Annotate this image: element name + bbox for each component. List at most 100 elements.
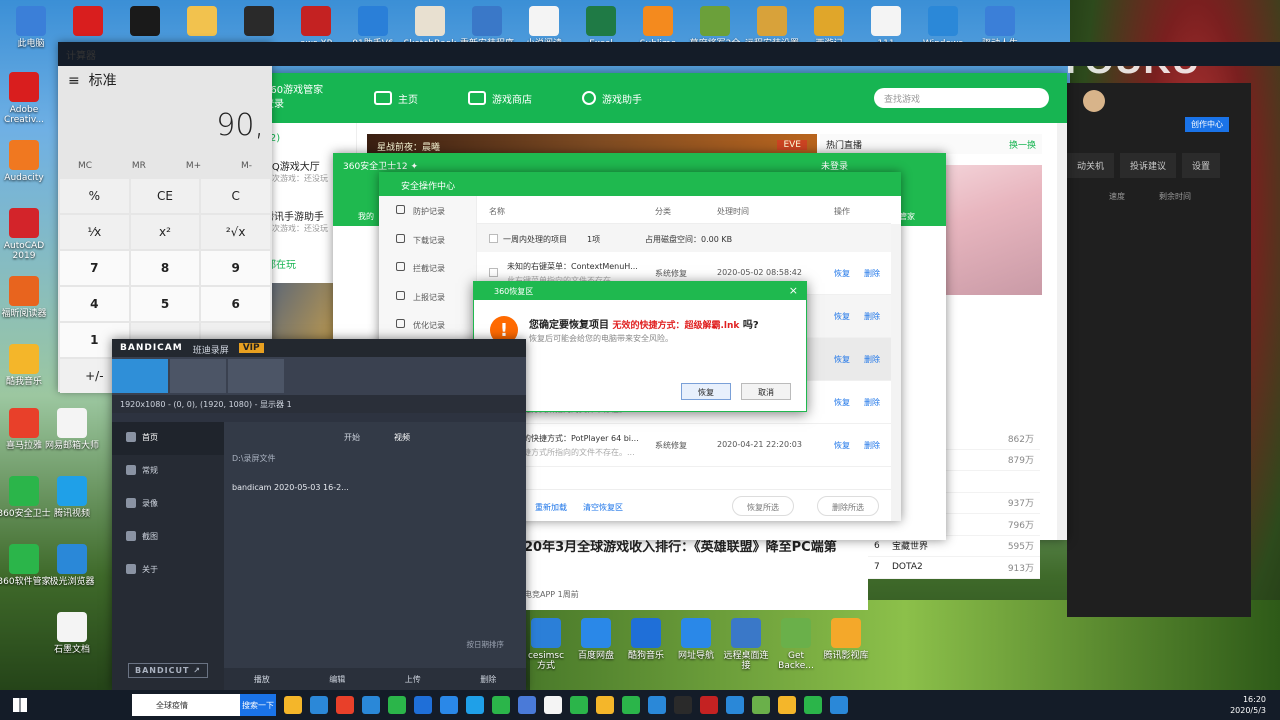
taskbar-app-icon[interactable]	[440, 696, 458, 714]
taskbar-search-button[interactable]: 搜索一下	[240, 694, 276, 716]
desktop-icon[interactable]: 百度网盘	[570, 618, 622, 661]
bandicam-action-button[interactable]: 播放	[254, 674, 270, 690]
memory-button[interactable]: M-	[241, 161, 252, 171]
tab-assistant[interactable]: 游戏助手	[582, 91, 642, 106]
memory-button[interactable]: MC	[78, 161, 92, 171]
desktop-icon[interactable]: 福昕阅读器	[0, 276, 52, 319]
taskbar-app-icon[interactable]	[778, 696, 796, 714]
calculator-key[interactable]: x²	[130, 215, 200, 249]
clear-link[interactable]: 清空恢复区	[583, 502, 623, 513]
tab-start[interactable]: 开始	[344, 432, 360, 450]
taskbar-app-icon[interactable]	[492, 696, 510, 714]
group-row[interactable]: 一周内处理的项目 1项 占用磁盘空间：0.00 KB	[477, 224, 891, 252]
desktop-icon[interactable]: Audacity	[0, 140, 52, 183]
taskbar-app-icon[interactable]	[362, 696, 380, 714]
live-switch-link[interactable]: 换一换	[1009, 138, 1036, 151]
row-delete-link[interactable]: 删除	[864, 311, 880, 322]
desktop-icon[interactable]: 腾讯视频	[44, 476, 100, 519]
taskbar-app-icon[interactable]	[830, 696, 848, 714]
desktop-icon[interactable]: Get Backe...	[770, 618, 822, 671]
calculator-key[interactable]: 6	[201, 287, 270, 321]
bandicam-action-button[interactable]: 删除	[480, 674, 496, 690]
taskbar-app-icon[interactable]	[544, 696, 562, 714]
sort-by-date[interactable]: 按日期排序	[467, 639, 505, 650]
close-icon[interactable]: ×	[789, 284, 798, 297]
security-nav-item[interactable]: 优化记录	[379, 310, 476, 339]
tab-home[interactable]: 主页	[374, 91, 418, 106]
game-manager-scrollbar[interactable]	[1057, 123, 1067, 540]
delete-selected-button[interactable]: 删除所选	[817, 496, 879, 516]
desktop-icon[interactable]: 网址导航	[670, 618, 722, 661]
desktop-icon[interactable]: 极光浏览器	[44, 544, 100, 587]
row-delete-link[interactable]: 删除	[864, 268, 880, 279]
auto-shutdown-button[interactable]: 动关机	[1067, 153, 1115, 178]
safeguard-my[interactable]: 我的	[358, 211, 374, 222]
safeguard-manager[interactable]: 管家	[899, 211, 915, 222]
row-delete-link[interactable]: 删除	[864, 354, 880, 365]
cancel-button[interactable]: 取消	[741, 383, 791, 400]
calculator-key[interactable]: 8	[130, 251, 200, 285]
bandicam-nav-item[interactable]: 常规	[112, 455, 224, 488]
memory-button[interactable]: M+	[186, 161, 201, 171]
desktop-icon[interactable]: 喜马拉雅	[0, 408, 52, 451]
desktop-icon[interactable]	[228, 6, 290, 39]
calculator-key[interactable]: 5	[130, 287, 200, 321]
row-restore-link[interactable]: 恢复	[834, 397, 850, 408]
calculator-key[interactable]: 9	[201, 251, 270, 285]
recovery-row[interactable]: 无效的快捷方式：PotPlayer 64 bi... 此快捷方式所指向的文件不存在…	[477, 424, 891, 467]
row-checkbox[interactable]	[489, 268, 498, 277]
row-delete-link[interactable]: 删除	[864, 440, 880, 451]
taskbar-app-icon[interactable]	[648, 696, 666, 714]
output-path[interactable]: D:\录屏文件	[224, 450, 526, 467]
desktop-icon[interactable]	[57, 6, 119, 39]
restore-button[interactable]: 恢复	[681, 383, 731, 400]
calculator-key[interactable]: %	[60, 179, 129, 213]
settings-button[interactable]: 设置	[1182, 153, 1221, 178]
calculator-key[interactable]: 4	[60, 287, 129, 321]
security-nav-item[interactable]: 上报记录	[379, 282, 476, 311]
game-mode-button[interactable]	[170, 359, 226, 393]
taskbar-app-icon[interactable]	[518, 696, 536, 714]
taskbar-app-icon[interactable]	[570, 696, 588, 714]
calculator-key[interactable]: 7	[60, 251, 129, 285]
hdmi-mode-button[interactable]	[228, 359, 284, 393]
desktop-icon[interactable]: 网易邮箱大师	[44, 408, 100, 451]
desktop-icon[interactable]: 远程桌面连接	[720, 618, 772, 671]
start-button[interactable]	[0, 690, 40, 720]
bandicam-nav-item[interactable]: 截图	[112, 521, 224, 554]
desktop-icon[interactable]: 腾讯影视库	[820, 618, 872, 661]
taskbar-app-icon[interactable]	[622, 696, 640, 714]
desktop-icon[interactable]: cesimsc 方式	[520, 618, 572, 671]
login-link[interactable]: 登录	[264, 98, 374, 112]
bandicam-action-button[interactable]: 编辑	[329, 674, 345, 690]
taskbar-app-icon[interactable]	[388, 696, 406, 714]
security-nav-item[interactable]: 防护记录	[379, 196, 476, 225]
security-center-scrollbar[interactable]	[891, 224, 901, 521]
vip-badge[interactable]: VIP	[238, 343, 264, 353]
feedback-button[interactable]: 投诉建议	[1120, 153, 1177, 178]
row-restore-link[interactable]: 恢复	[834, 440, 850, 451]
desktop-icon[interactable]: 酷我音乐	[0, 344, 52, 387]
desktop-icon[interactable]: 360安全卫士	[0, 476, 52, 519]
screen-mode-button[interactable]	[112, 359, 168, 393]
taskbar-app-icon[interactable]	[700, 696, 718, 714]
safeguard-user[interactable]: 未登录	[821, 159, 848, 172]
taskbar-app-icon[interactable]	[804, 696, 822, 714]
row-restore-link[interactable]: 恢复	[834, 354, 850, 365]
desktop-icon[interactable]: AutoCAD 2019	[0, 208, 52, 261]
reload-link[interactable]: 重新加载	[535, 502, 567, 513]
calculator-key[interactable]: ¹⁄x	[60, 215, 129, 249]
creator-center-button[interactable]: 创作中心	[1185, 117, 1229, 132]
bandicam-nav-item[interactable]: 首页	[112, 422, 224, 455]
taskbar-app-icon[interactable]	[336, 696, 354, 714]
taskbar-app-icon[interactable]	[596, 696, 614, 714]
bandicut-button[interactable]: BANDICUT ↗	[128, 663, 208, 678]
row-restore-link[interactable]: 恢复	[834, 311, 850, 322]
desktop-icon[interactable]: Adobe Creativ...	[0, 72, 52, 125]
ranking-row[interactable]: 7 DOTA2 913万	[868, 557, 1040, 579]
calculator-key[interactable]: C	[201, 179, 270, 213]
recording-file[interactable]: bandicam 2020-05-03 16-2...	[224, 467, 526, 508]
security-nav-item[interactable]: 下载记录	[379, 225, 476, 254]
taskbar-app-icon[interactable]	[310, 696, 328, 714]
taskbar-app-icon[interactable]	[284, 696, 302, 714]
